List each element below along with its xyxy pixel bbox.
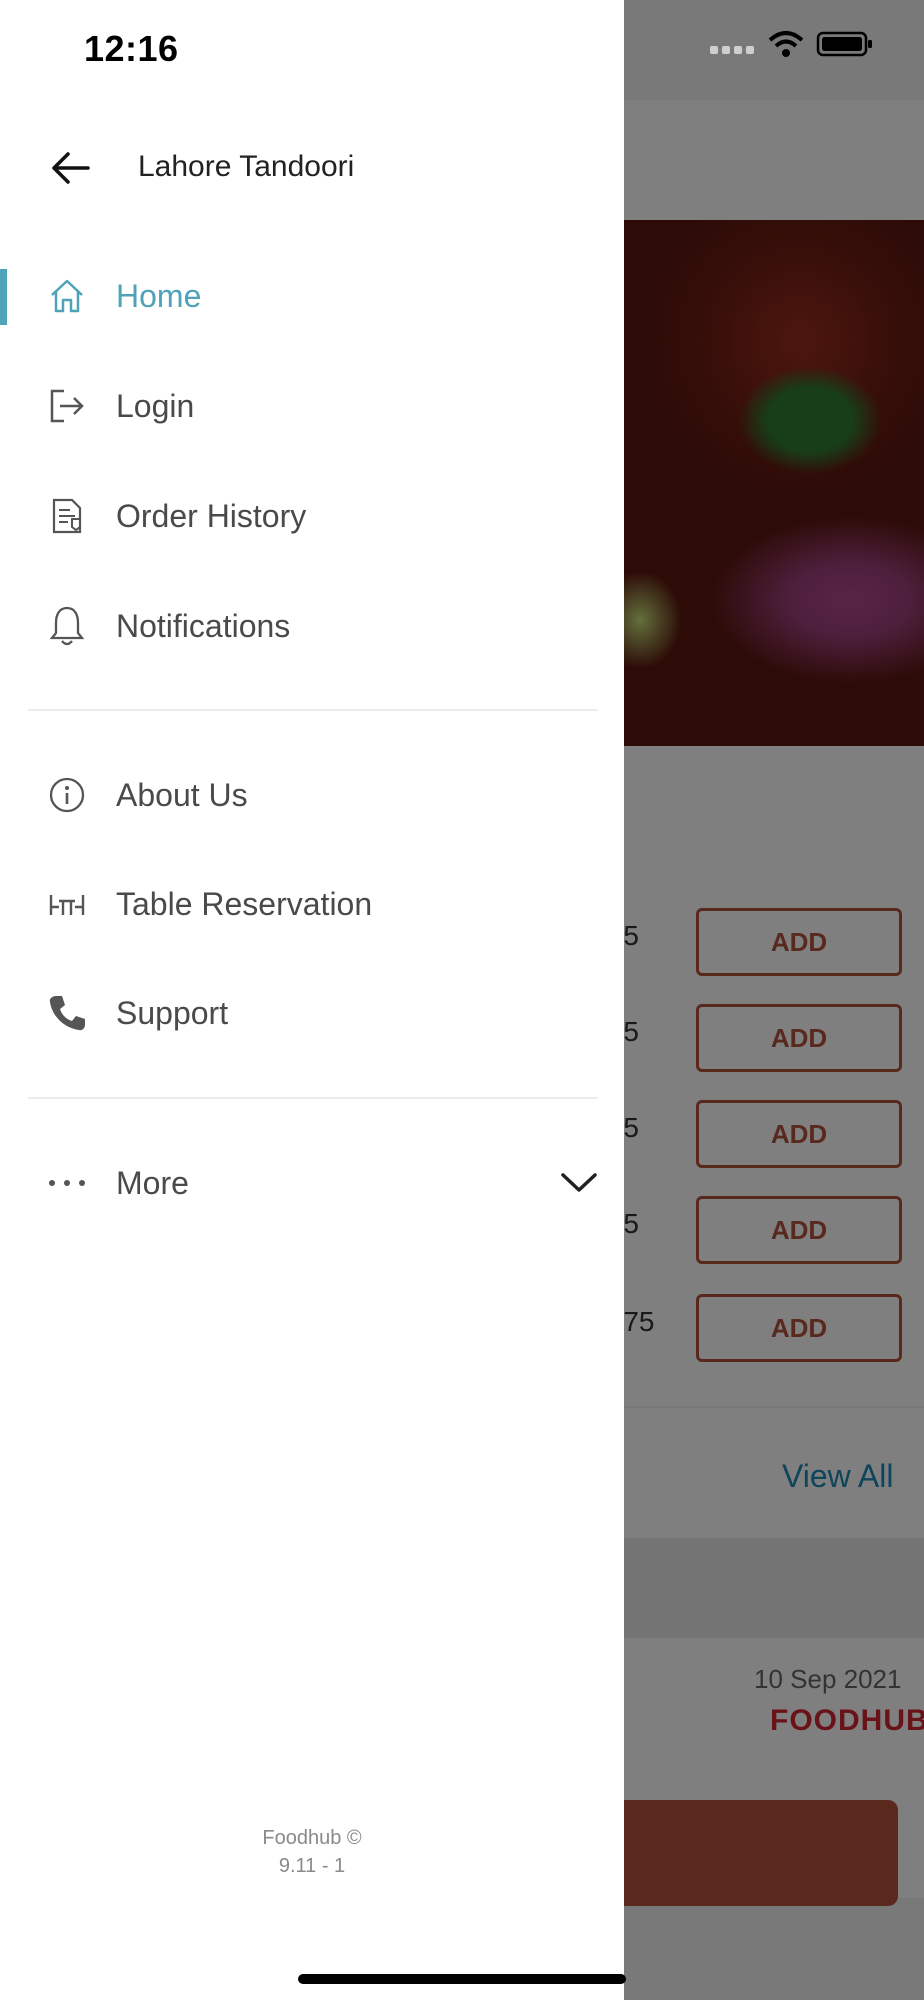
bell-icon [46,605,88,647]
back-button[interactable] [44,142,96,194]
arrow-left-icon [52,152,90,184]
signal-icon [710,34,756,54]
restaurant-name: Lahore Tandoori [138,150,355,183]
login-icon [46,385,88,427]
menu-item-label: Support [116,994,229,1031]
menu-item-label: About Us [116,776,248,813]
menu-item-label: Login [116,387,195,424]
status-icons [710,30,874,58]
menu-item-label: Order History [116,497,307,534]
receipt-icon [46,495,88,537]
menu-item-order-history[interactable]: Order History [0,468,624,564]
menu-item-label: Home [116,277,202,314]
menu-divider [28,1097,598,1099]
menu-item-support[interactable]: Support [0,965,624,1061]
app-version: 9.11 - 1 [278,1855,346,1877]
menu-item-about-us[interactable]: About Us [0,747,624,843]
navigation-drawer: 12:16 Lahore Tandoori Home Login Order H… [0,0,624,2000]
chevron-down-icon[interactable] [560,1170,598,1196]
copyright-text: Foodhub © [262,1827,362,1849]
menu-item-home[interactable]: Home [0,248,624,344]
table-icon [46,883,88,925]
menu-item-login[interactable]: Login [0,358,624,454]
menu-item-notifications[interactable]: Notifications [0,578,624,674]
info-icon [46,774,88,816]
phone-icon [46,992,88,1034]
menu-item-label: Table Reservation [116,885,373,922]
menu-item-table-reservation[interactable]: Table Reservation [0,856,624,952]
menu-item-label: Notifications [116,607,291,644]
menu-item-more[interactable]: More [0,1135,624,1231]
battery-icon [816,31,872,57]
more-dots-icon [46,1162,88,1204]
menu-divider [28,709,598,711]
home-indicator [298,1974,626,1984]
wifi-icon [768,31,804,57]
home-icon [46,275,88,317]
menu-item-label: More [116,1164,189,1201]
status-time: 12:16 [84,28,179,69]
